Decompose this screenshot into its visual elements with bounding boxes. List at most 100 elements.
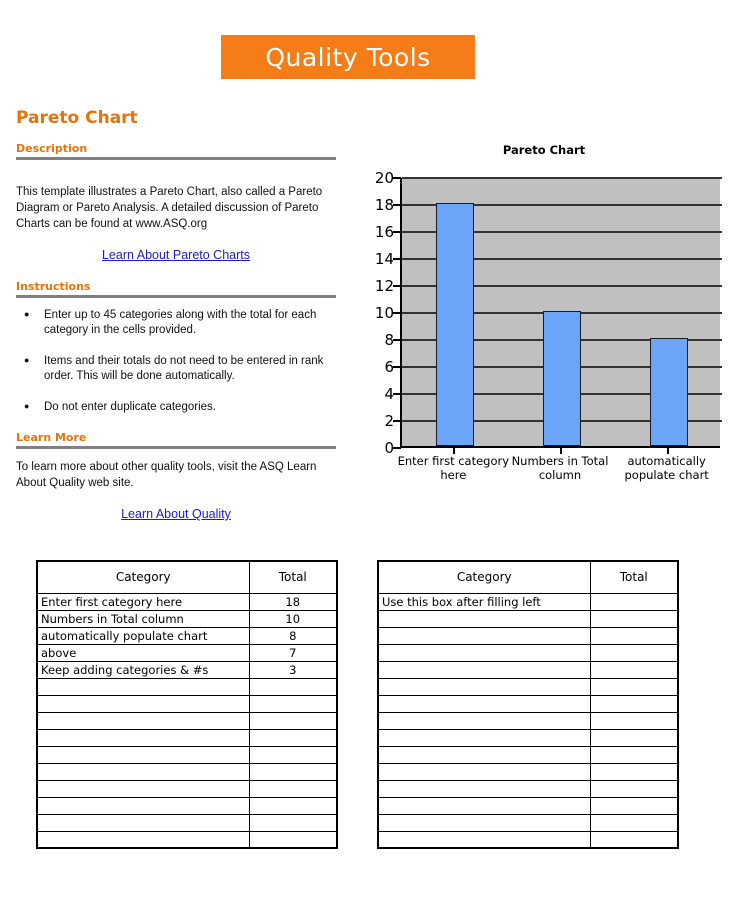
category-cell[interactable]: [377, 762, 591, 781]
total-cell[interactable]: [248, 711, 338, 730]
chart-gridline: [402, 177, 722, 179]
category-cell[interactable]: [36, 745, 250, 764]
category-cell[interactable]: [377, 813, 591, 832]
table-row[interactable]: [377, 694, 679, 713]
table-row[interactable]: [36, 677, 338, 696]
table-header-row: Category Total: [36, 560, 338, 594]
table-row[interactable]: [36, 762, 338, 781]
category-cell[interactable]: [377, 660, 591, 679]
table-row[interactable]: [36, 711, 338, 730]
category-cell[interactable]: Use this box after filling left: [377, 592, 591, 611]
total-cell[interactable]: [248, 830, 338, 849]
table-row[interactable]: [377, 643, 679, 662]
category-cell[interactable]: automatically populate chart: [36, 626, 250, 645]
category-cell[interactable]: [36, 813, 250, 832]
category-cell[interactable]: [36, 694, 250, 713]
category-cell[interactable]: [377, 711, 591, 730]
table-row[interactable]: [36, 728, 338, 747]
total-cell[interactable]: [248, 745, 338, 764]
total-cell[interactable]: [589, 779, 679, 798]
total-cell[interactable]: [589, 609, 679, 628]
category-cell[interactable]: [36, 762, 250, 781]
table-row[interactable]: [36, 779, 338, 798]
total-cell[interactable]: [589, 728, 679, 747]
category-cell[interactable]: [377, 643, 591, 662]
table-row[interactable]: Use this box after filling left: [377, 592, 679, 611]
total-cell[interactable]: [248, 796, 338, 815]
total-cell[interactable]: [589, 643, 679, 662]
table-row[interactable]: [377, 609, 679, 628]
table-row[interactable]: [377, 677, 679, 696]
table-row[interactable]: [377, 660, 679, 679]
table-row[interactable]: Numbers in Total column 10: [36, 609, 338, 628]
table-row[interactable]: [377, 796, 679, 815]
table-row[interactable]: [377, 813, 679, 832]
table-row[interactable]: [377, 762, 679, 781]
category-cell[interactable]: [36, 711, 250, 730]
learn-about-pareto-charts-link[interactable]: Learn About Pareto Charts: [102, 248, 250, 262]
total-cell[interactable]: [589, 796, 679, 815]
category-cell[interactable]: Keep adding categories & #s: [36, 660, 250, 679]
table-row[interactable]: [36, 745, 338, 764]
table-row[interactable]: [377, 779, 679, 798]
total-cell[interactable]: [589, 677, 679, 696]
category-table-right[interactable]: Category Total Use this box after fillin…: [377, 560, 679, 849]
total-cell[interactable]: [589, 762, 679, 781]
category-cell[interactable]: [36, 728, 250, 747]
category-cell[interactable]: [377, 626, 591, 645]
table-row[interactable]: above 7: [36, 643, 338, 662]
total-cell[interactable]: [589, 745, 679, 764]
category-cell[interactable]: [377, 728, 591, 747]
category-cell[interactable]: [377, 609, 591, 628]
total-cell[interactable]: [589, 813, 679, 832]
chart-bar: [543, 311, 581, 446]
total-cell[interactable]: [589, 660, 679, 679]
table-row[interactable]: [36, 813, 338, 832]
category-cell[interactable]: [36, 779, 250, 798]
total-cell[interactable]: [248, 779, 338, 798]
total-cell[interactable]: 8: [248, 626, 338, 645]
category-cell[interactable]: [377, 796, 591, 815]
total-cell[interactable]: 18: [248, 592, 338, 611]
category-cell[interactable]: Numbers in Total column: [36, 609, 250, 628]
total-cell[interactable]: [589, 626, 679, 645]
table-row[interactable]: [377, 745, 679, 764]
category-cell[interactable]: [377, 694, 591, 713]
category-cell[interactable]: Enter first category here: [36, 592, 250, 611]
category-cell[interactable]: [377, 677, 591, 696]
table-row[interactable]: [377, 830, 679, 849]
total-cell[interactable]: [248, 813, 338, 832]
total-cell[interactable]: [589, 830, 679, 849]
table-row[interactable]: Enter first category here 18: [36, 592, 338, 611]
category-cell[interactable]: [377, 779, 591, 798]
total-cell[interactable]: [248, 694, 338, 713]
table-row[interactable]: [36, 796, 338, 815]
category-cell[interactable]: [377, 745, 591, 764]
category-cell[interactable]: [377, 830, 591, 849]
learn-about-quality-link[interactable]: Learn About Quality: [121, 507, 231, 521]
category-cell[interactable]: [36, 830, 250, 849]
category-cell[interactable]: [36, 796, 250, 815]
total-cell[interactable]: [589, 592, 679, 611]
table-row[interactable]: Keep adding categories & #s 3: [36, 660, 338, 679]
total-cell[interactable]: 10: [248, 609, 338, 628]
total-cell[interactable]: 7: [248, 643, 338, 662]
total-cell[interactable]: [248, 728, 338, 747]
table-row[interactable]: [36, 830, 338, 849]
table-row[interactable]: [377, 711, 679, 730]
category-table-left[interactable]: Category Total Enter first category here…: [36, 560, 338, 849]
total-cell[interactable]: [589, 711, 679, 730]
total-cell[interactable]: [248, 677, 338, 696]
category-cell[interactable]: [36, 677, 250, 696]
table-row[interactable]: automatically populate chart 8: [36, 626, 338, 645]
y-axis-tick-mark: [393, 447, 401, 449]
total-cell[interactable]: [589, 694, 679, 713]
table-row[interactable]: [377, 626, 679, 645]
table-row[interactable]: [377, 728, 679, 747]
category-cell[interactable]: above: [36, 643, 250, 662]
y-axis-tick-label: 8: [384, 331, 394, 349]
total-cell[interactable]: [248, 762, 338, 781]
table-row[interactable]: [36, 694, 338, 713]
total-cell[interactable]: 3: [248, 660, 338, 679]
